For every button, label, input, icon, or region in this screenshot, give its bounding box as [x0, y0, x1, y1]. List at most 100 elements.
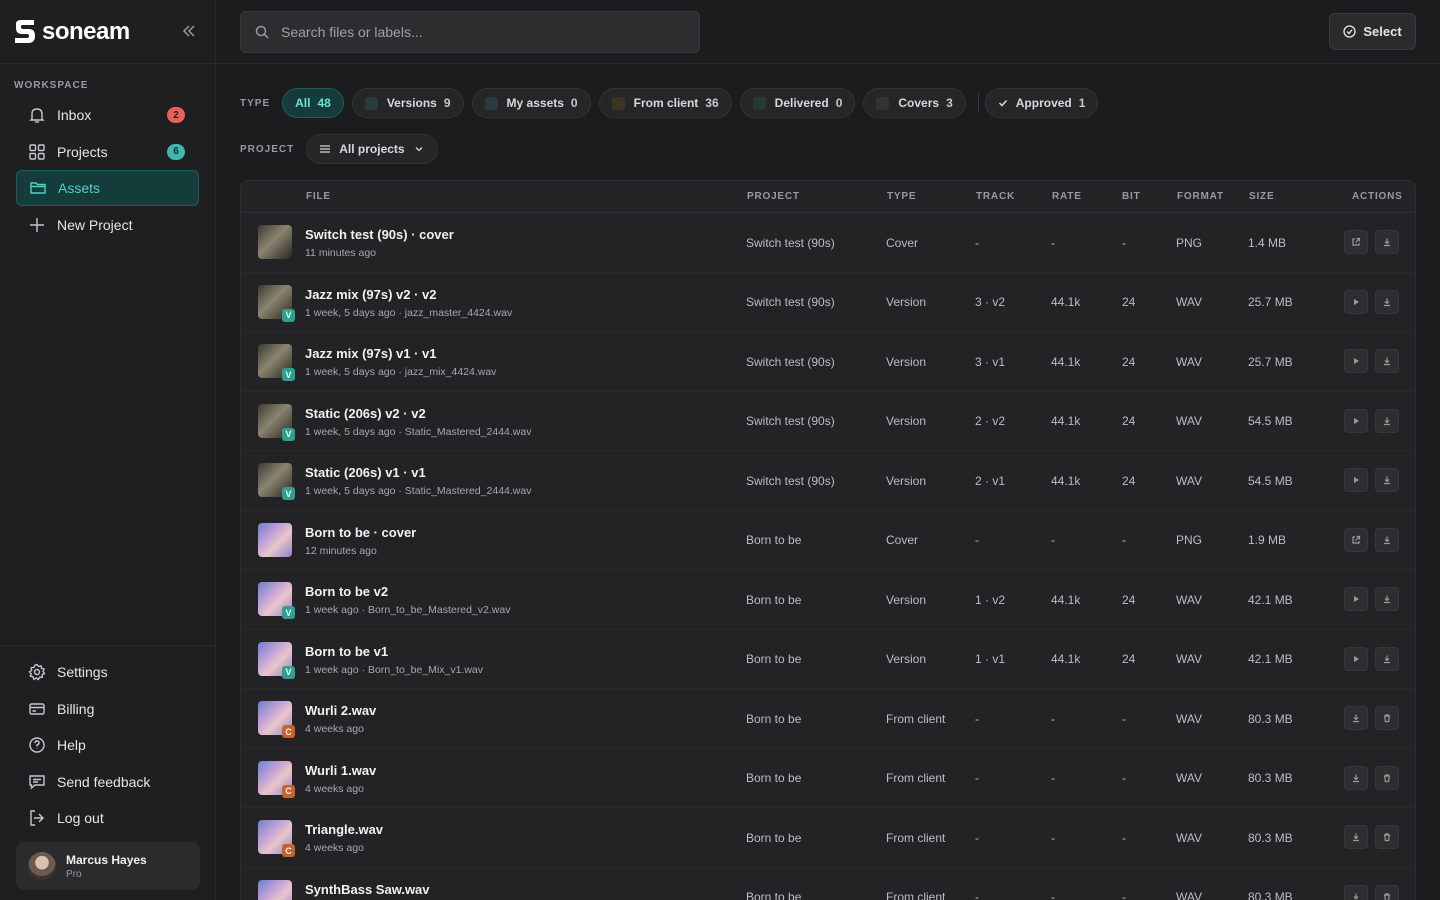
- sidebar-item-label: Inbox: [57, 107, 92, 123]
- col-type[interactable]: TYPE: [887, 191, 916, 202]
- file-name[interactable]: Static (206s) v2 · v2: [305, 406, 426, 421]
- select-button-label: Select: [1363, 24, 1402, 39]
- sidebar-item-settings[interactable]: Settings: [16, 654, 200, 690]
- select-button[interactable]: Select: [1329, 13, 1416, 50]
- sidebar-item-billing[interactable]: Billing: [16, 691, 200, 727]
- download-button[interactable]: [1375, 646, 1399, 671]
- table-row[interactable]: Switch test (90s) · cover 11 minutes ago S…: [241, 213, 1415, 273]
- download-button[interactable]: [1375, 408, 1399, 433]
- download-button[interactable]: [1375, 468, 1399, 492]
- user-card[interactable]: Marcus Hayes Pro: [16, 842, 200, 890]
- col-project[interactable]: PROJECT: [747, 191, 800, 202]
- chip-my-assets[interactable]: My assets 0: [471, 88, 591, 118]
- sidebar-item-new-project[interactable]: New Project: [16, 207, 199, 243]
- table-row[interactable]: C Wurli 1.wav 4 weeks ago Born to be From cl…: [241, 748, 1415, 808]
- external-link-button[interactable]: [1344, 230, 1368, 254]
- trash-button[interactable]: [1375, 765, 1399, 790]
- sidebar-item-help[interactable]: Help: [16, 727, 200, 763]
- table-row[interactable]: V Static (206s) v1 · v1 1 week, 5 days ago…: [241, 451, 1415, 511]
- table-row[interactable]: C Triangle.wav 4 weeks ago Born to be From c…: [241, 808, 1415, 868]
- sidebar-item-logout[interactable]: Log out: [16, 800, 200, 836]
- sidebar-item-inbox[interactable]: Inbox 2: [16, 97, 199, 133]
- col-track[interactable]: TRACK: [976, 191, 1015, 202]
- rate-cell: 44.1k: [1051, 295, 1081, 309]
- download-icon: [1351, 773, 1361, 783]
- col-rate[interactable]: RATE: [1052, 191, 1082, 202]
- sidebar-item-assets[interactable]: Assets: [16, 170, 199, 206]
- file-name[interactable]: SynthBass Saw.wav: [305, 882, 430, 897]
- type-cell: Version: [886, 354, 927, 369]
- download-button[interactable]: [1344, 706, 1368, 730]
- file-meta: 12 minutes ago: [305, 544, 377, 557]
- trash-button[interactable]: [1375, 825, 1399, 849]
- swatch-icon: [364, 96, 378, 110]
- chip-from-client[interactable]: From client 36: [598, 88, 732, 118]
- table-row[interactable]: V Jazz mix (97s) v2 · v2 1 week, 5 days ag…: [241, 272, 1415, 332]
- table-header: FILE PROJECT TYPE TRACK RATE BIT FORMAT …: [241, 181, 1415, 213]
- col-size[interactable]: SIZE: [1249, 191, 1274, 202]
- file-name[interactable]: Born to be v1: [305, 644, 388, 659]
- file-name[interactable]: Wurli 1.wav: [305, 763, 376, 778]
- file-name[interactable]: Switch test (90s) · cover: [305, 227, 454, 242]
- file-name[interactable]: Wurli 2.wav: [305, 703, 376, 718]
- play-button[interactable]: [1344, 408, 1368, 433]
- trash-button[interactable]: [1375, 884, 1399, 900]
- project-dropdown[interactable]: All projects: [306, 134, 438, 164]
- sidebar-item-projects[interactable]: Projects 6: [16, 134, 199, 170]
- search-input[interactable]: [281, 24, 681, 40]
- bit-cell: 24: [1122, 354, 1136, 369]
- external-link-button[interactable]: [1344, 527, 1368, 552]
- download-button[interactable]: [1344, 884, 1368, 900]
- trash-button[interactable]: [1375, 706, 1399, 730]
- download-button[interactable]: [1375, 230, 1399, 254]
- file-name[interactable]: Born to be v2: [305, 584, 388, 599]
- table-row[interactable]: V Born to be v2 1 week ago · Born_to_be_Ma…: [241, 570, 1415, 630]
- file-name[interactable]: Jazz mix (97s) v1 · v1: [305, 346, 437, 361]
- play-button[interactable]: [1344, 587, 1368, 611]
- chip-approved[interactable]: Approved 1: [984, 88, 1099, 118]
- download-button[interactable]: [1375, 527, 1399, 552]
- format-cell: PNG: [1176, 235, 1203, 250]
- file-name[interactable]: Born to be · cover: [305, 525, 416, 540]
- chip-covers[interactable]: Covers 3: [863, 88, 966, 118]
- rate-cell: 44.1k: [1051, 414, 1081, 428]
- play-button[interactable]: [1344, 646, 1368, 671]
- type-cell: Version: [886, 295, 927, 309]
- play-icon: [1351, 475, 1361, 485]
- col-file[interactable]: FILE: [306, 191, 331, 202]
- collapse-sidebar-icon[interactable]: [181, 22, 197, 40]
- col-format[interactable]: FORMAT: [1177, 191, 1224, 202]
- play-button[interactable]: [1344, 349, 1368, 373]
- file-name[interactable]: Static (206s) v1 · v1: [305, 465, 426, 480]
- table-row[interactable]: Born to be · cover 12 minutes ago Born to …: [241, 510, 1415, 570]
- row-actions: [1337, 825, 1399, 849]
- table-row[interactable]: SynthBass Saw.wav Born to be From client - -…: [241, 867, 1415, 900]
- file-name[interactable]: Triangle.wav: [305, 822, 383, 837]
- sidebar-item-label: Assets: [58, 180, 101, 196]
- track-cell: -: [975, 771, 979, 785]
- play-button[interactable]: [1344, 468, 1368, 492]
- sidebar-item-feedback[interactable]: Send feedback: [16, 764, 200, 800]
- row-actions: [1337, 230, 1399, 254]
- chip-versions[interactable]: Versions 9: [351, 88, 464, 118]
- download-button[interactable]: [1375, 349, 1399, 373]
- credit-card-icon: [29, 702, 45, 715]
- table-body: Switch test (90s) · cover 11 minutes ago S…: [241, 213, 1415, 900]
- file-name[interactable]: Jazz mix (97s) v2 · v2: [305, 287, 437, 302]
- download-button[interactable]: [1344, 765, 1368, 790]
- format-cell: PNG: [1176, 533, 1203, 547]
- search-box[interactable]: [240, 11, 700, 53]
- download-button[interactable]: [1375, 587, 1399, 611]
- table-row[interactable]: V Born to be v1 1 week ago · Born_to_be_Mi…: [241, 629, 1415, 689]
- download-button[interactable]: [1375, 289, 1399, 314]
- play-button[interactable]: [1344, 289, 1368, 314]
- table-row[interactable]: C Wurli 2.wav 4 weeks ago Born to be From cl…: [241, 689, 1415, 749]
- chip-delivered[interactable]: Delivered 0: [739, 88, 856, 118]
- col-bit[interactable]: BIT: [1122, 191, 1141, 202]
- table-row[interactable]: V Static (206s) v2 · v2 1 week, 5 days ago…: [241, 391, 1415, 451]
- table-row[interactable]: V Jazz mix (97s) v1 · v1 1 week, 5 days ag…: [241, 332, 1415, 392]
- project-filter-row: PROJECT All projects: [240, 134, 438, 164]
- chip-all[interactable]: All 48: [282, 88, 344, 118]
- track-cell: 1 · v1: [975, 652, 1006, 666]
- download-button[interactable]: [1344, 825, 1368, 849]
